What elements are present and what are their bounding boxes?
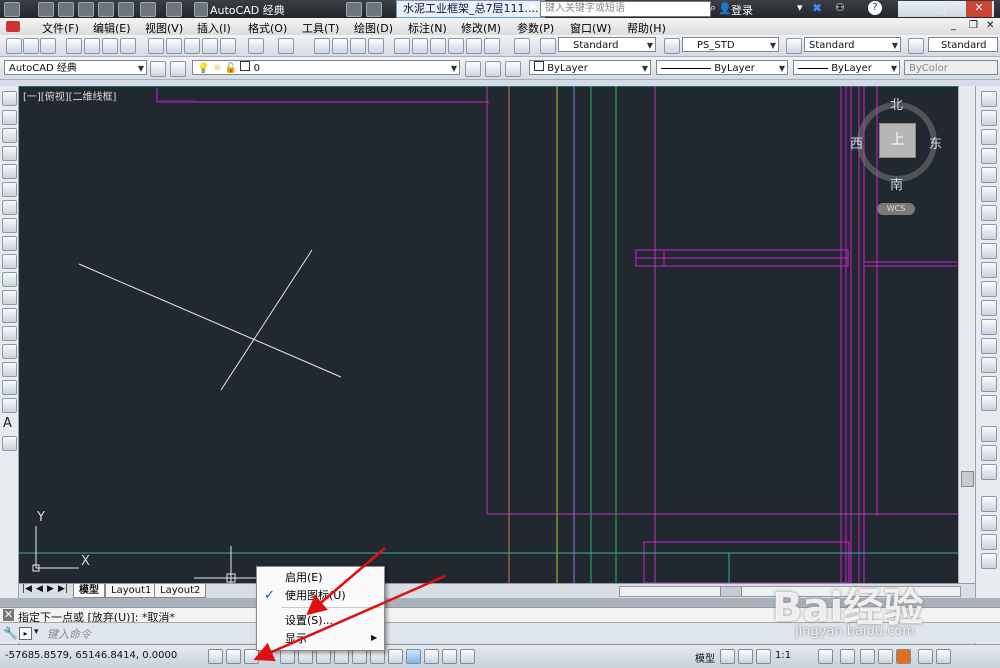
red-arrow-grid — [253, 574, 446, 662]
watermark-url: jingyan.baidu.com — [795, 624, 915, 639]
red-arrow-settings — [306, 547, 386, 616]
annotation-overlay — [253, 547, 446, 662]
